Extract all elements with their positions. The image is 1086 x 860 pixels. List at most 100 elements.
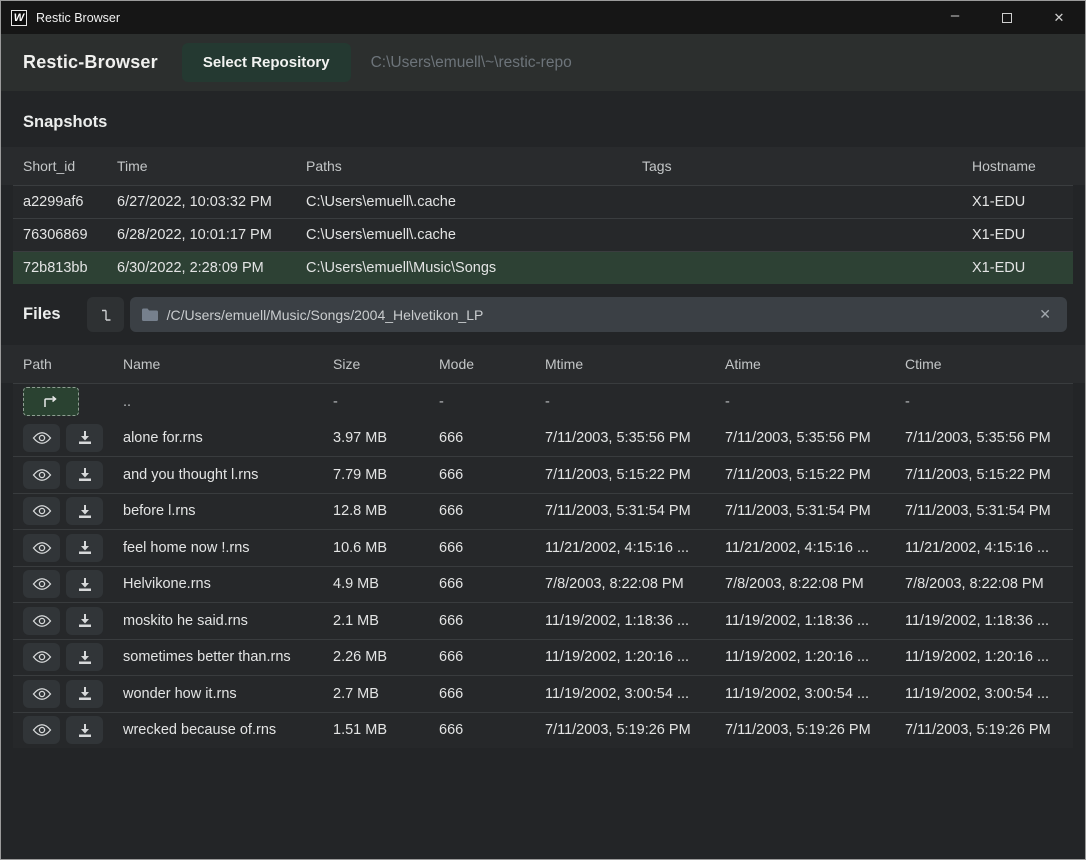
download-icon [77, 723, 93, 738]
file-ctime: 7/11/2003, 5:31:54 PM [895, 503, 1073, 519]
download-file-button[interactable] [66, 461, 103, 489]
file-name: moskito he said.rns [113, 613, 323, 629]
clear-path-button[interactable]: ✕ [1035, 304, 1055, 325]
file-ctime: 11/19/2002, 3:00:54 ... [895, 686, 1073, 702]
snapshot-hostname: X1-EDU [962, 227, 1073, 243]
snapshot-time: 6/28/2022, 10:01:17 PM [107, 227, 296, 243]
snapshot-paths: C:\Users\emuell\.cache [296, 194, 632, 210]
file-ctime: 11/19/2002, 1:18:36 ... [895, 613, 1073, 629]
file-size: 2.1 MB [323, 613, 429, 629]
eye-icon [32, 723, 52, 737]
snapshot-hostname: X1-EDU [962, 194, 1073, 210]
file-mode: 666 [429, 686, 535, 702]
view-file-button[interactable] [23, 716, 60, 744]
view-file-button[interactable] [23, 570, 60, 598]
download-icon [77, 613, 93, 628]
download-file-button[interactable] [66, 716, 103, 744]
file-mode: 666 [429, 649, 535, 665]
download-file-button[interactable] [66, 497, 103, 525]
file-ctime: 7/8/2003, 8:22:08 PM [895, 576, 1073, 592]
file-mtime: 11/19/2002, 1:18:36 ... [535, 613, 715, 629]
close-button[interactable]: ✕ [1033, 1, 1085, 34]
close-icon: ✕ [1054, 10, 1065, 26]
maximize-button[interactable] [981, 1, 1033, 34]
file-name: .. [113, 394, 323, 410]
file-atime: 11/21/2002, 4:15:16 ... [715, 540, 895, 556]
file-atime: 7/11/2003, 5:35:56 PM [715, 430, 895, 446]
snapshots-table-header: Short_id Time Paths Tags Hostname [1, 147, 1085, 185]
minimize-icon: – [951, 7, 959, 24]
folder-icon [142, 308, 158, 321]
file-mtime: 7/11/2003, 5:19:26 PM [535, 722, 715, 738]
file-atime: 7/11/2003, 5:15:22 PM [715, 467, 895, 483]
file-ctime: 11/21/2002, 4:15:16 ... [895, 540, 1073, 556]
file-size: - [323, 394, 429, 410]
download-file-button[interactable] [66, 534, 103, 562]
column-header-paths: Paths [296, 158, 632, 174]
files-path-bar[interactable]: /C/Users/emuell/Music/Songs/2004_Helveti… [130, 297, 1067, 332]
view-file-button[interactable] [23, 534, 60, 562]
eye-icon [32, 577, 52, 591]
files-title: Files [23, 305, 61, 324]
up-directory-button[interactable] [23, 387, 79, 416]
file-size: 2.26 MB [323, 649, 429, 665]
file-mtime: 7/11/2003, 5:15:22 PM [535, 467, 715, 483]
download-file-button[interactable] [66, 424, 103, 452]
download-icon [77, 467, 93, 482]
files-path: /C/Users/emuell/Music/Songs/2004_Helveti… [167, 307, 1036, 323]
snapshot-row[interactable]: 76306869 6/28/2022, 10:01:17 PM C:\Users… [13, 218, 1073, 251]
view-file-button[interactable] [23, 643, 60, 671]
file-atime: 11/19/2002, 1:18:36 ... [715, 613, 895, 629]
file-mode: 666 [429, 430, 535, 446]
file-name: sometimes better than.rns [113, 649, 323, 665]
download-file-button[interactable] [66, 570, 103, 598]
file-mode: 666 [429, 503, 535, 519]
snapshot-short-id: 76306869 [13, 227, 107, 243]
corner-path-icon [96, 306, 114, 324]
file-atime: 7/11/2003, 5:31:54 PM [715, 503, 895, 519]
files-section-bar: Files /C/Users/emuell/Music/Songs/2004_H… [1, 284, 1085, 345]
file-name: alone for.rns [113, 430, 323, 446]
download-icon [77, 650, 93, 665]
snapshot-row[interactable]: a2299af6 6/27/2022, 10:03:32 PM C:\Users… [13, 185, 1073, 218]
maximize-icon [1002, 13, 1012, 23]
file-row: before l.rns 12.8 MB 666 7/11/2003, 5:31… [13, 493, 1073, 530]
download-icon [77, 686, 93, 701]
eye-icon [32, 504, 52, 518]
download-file-button[interactable] [66, 680, 103, 708]
column-header-name: Name [113, 356, 323, 372]
files-table-header: Path Name Size Mode Mtime Atime Ctime [1, 345, 1085, 383]
file-row: alone for.rns 3.97 MB 666 7/11/2003, 5:3… [13, 420, 1073, 457]
file-row: sometimes better than.rns 2.26 MB 666 11… [13, 639, 1073, 676]
snapshot-short-id: a2299af6 [13, 194, 107, 210]
view-file-button[interactable] [23, 461, 60, 489]
file-mode: 666 [429, 722, 535, 738]
snapshots-section-heading: Snapshots [1, 91, 1085, 147]
file-atime: 7/11/2003, 5:19:26 PM [715, 722, 895, 738]
view-file-button[interactable] [23, 424, 60, 452]
file-row: Helvikone.rns 4.9 MB 666 7/8/2003, 8:22:… [13, 566, 1073, 603]
select-repository-button[interactable]: Select Repository [182, 43, 351, 82]
snapshot-row-selected[interactable]: 72b813bb 6/30/2022, 2:28:09 PM C:\Users\… [13, 251, 1073, 284]
snapshot-paths: C:\Users\emuell\Music\Songs [296, 260, 632, 276]
minimize-button[interactable]: – [929, 1, 981, 34]
file-mtime: 11/19/2002, 3:00:54 ... [535, 686, 715, 702]
column-header-size: Size [323, 356, 429, 372]
view-file-button[interactable] [23, 680, 60, 708]
download-icon [77, 504, 93, 519]
set-root-button[interactable] [87, 297, 124, 332]
download-file-button[interactable] [66, 607, 103, 635]
file-ctime: 7/11/2003, 5:15:22 PM [895, 467, 1073, 483]
view-file-button[interactable] [23, 497, 60, 525]
window-titlebar: W Restic Browser – ✕ [1, 1, 1085, 34]
eye-icon [32, 431, 52, 445]
file-mtime: 11/21/2002, 4:15:16 ... [535, 540, 715, 556]
download-icon [77, 577, 93, 592]
file-ctime: - [895, 394, 1073, 410]
file-row: feel home now !.rns 10.6 MB 666 11/21/20… [13, 529, 1073, 566]
column-header-short-id: Short_id [13, 158, 107, 174]
file-name: wonder how it.rns [113, 686, 323, 702]
download-file-button[interactable] [66, 643, 103, 671]
view-file-button[interactable] [23, 607, 60, 635]
file-atime: - [715, 394, 895, 410]
